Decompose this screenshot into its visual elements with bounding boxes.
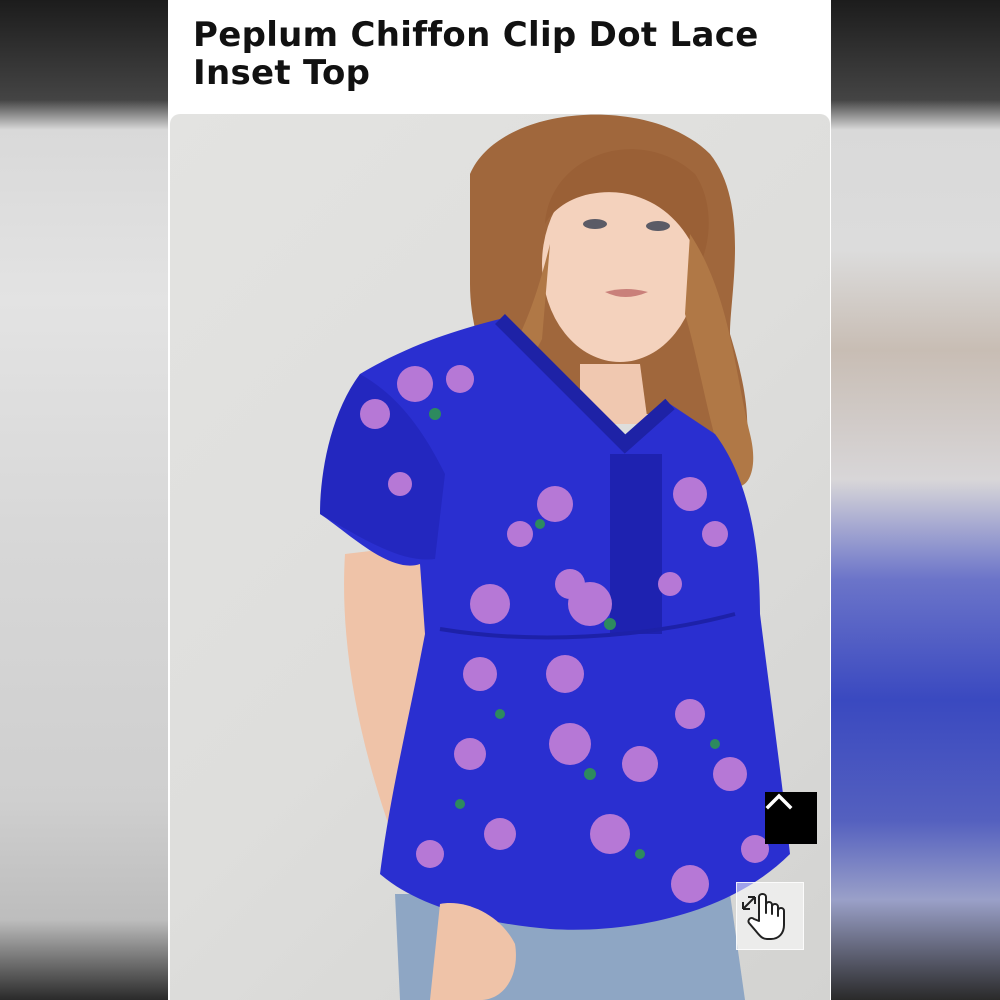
scroll-to-top-button[interactable] [765, 792, 817, 844]
product-panel: Peplum Chiffon Clip Dot Lace Inset Top [168, 0, 831, 1000]
product-image[interactable] [170, 114, 830, 1000]
product-photo-illustration [320, 114, 790, 1000]
zoom-image-button[interactable] [736, 882, 804, 950]
product-title: Peplum Chiffon Clip Dot Lace Inset Top [193, 15, 759, 93]
hand-pointer-expand-icon [742, 893, 785, 940]
chevron-up-icon [765, 793, 793, 810]
blurred-backdrop-left [0, 0, 168, 1000]
blurred-backdrop-right [831, 0, 1000, 1000]
